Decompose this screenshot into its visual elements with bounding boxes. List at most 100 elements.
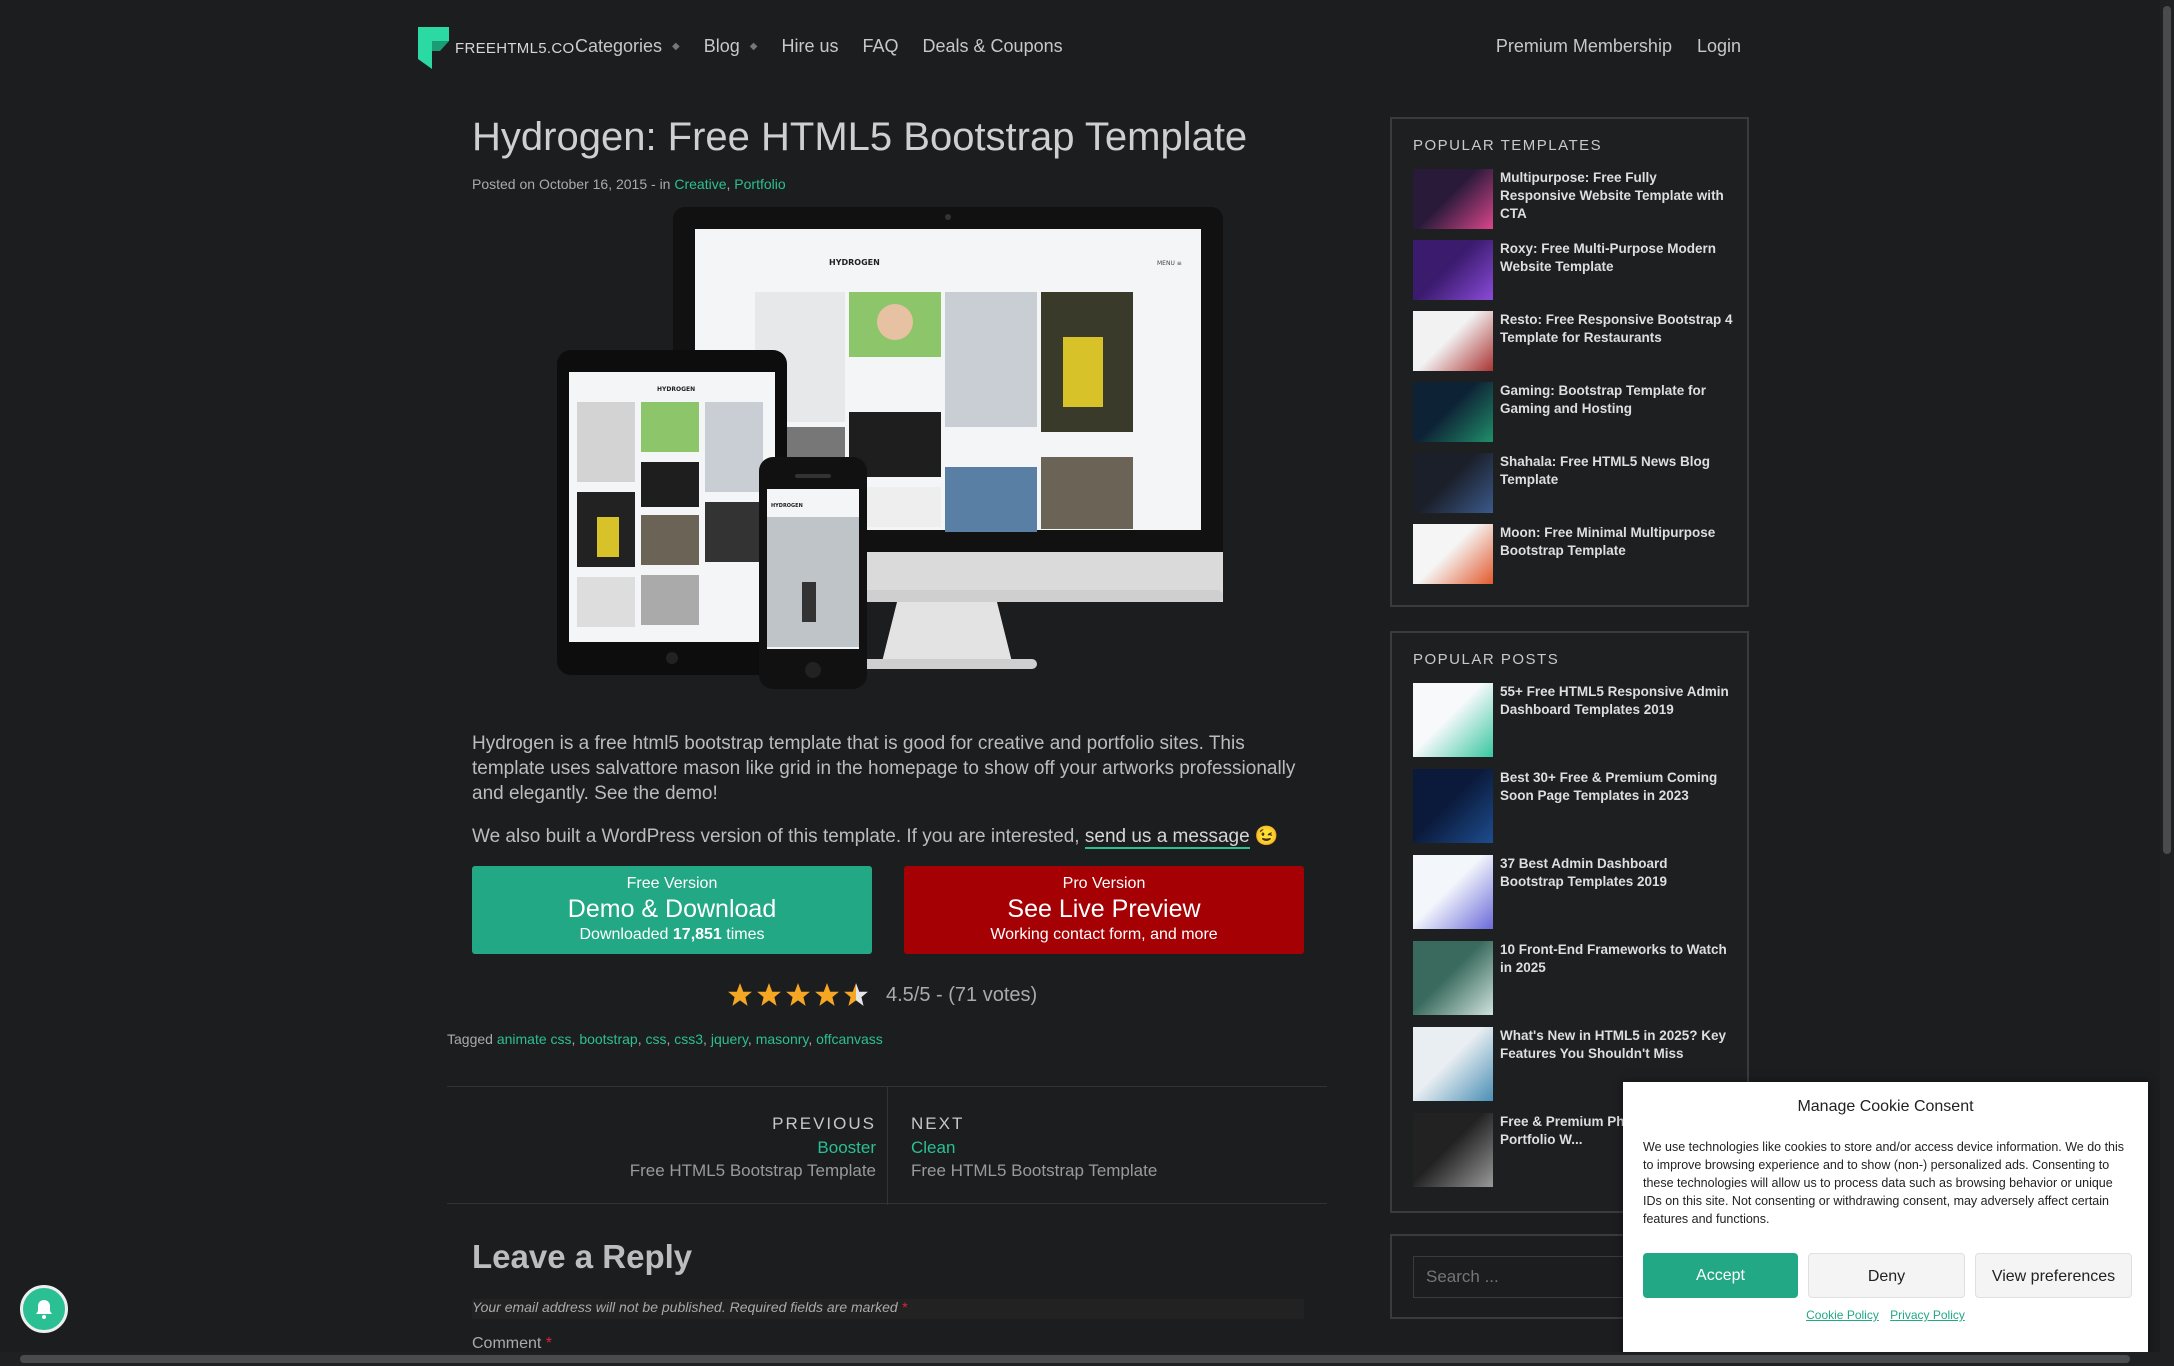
view-preferences-button[interactable]: View preferences	[1975, 1253, 2132, 1298]
thumbnail-image[interactable]	[1413, 524, 1493, 584]
sidebar-list-item[interactable]: Best 30+ Free & Premium Coming Soon Page…	[1413, 769, 1733, 843]
tag-link[interactable]: offcanvass	[816, 1031, 883, 1047]
sidebar-item-title[interactable]: Roxy: Free Multi-Purpose Modern Website …	[1500, 240, 1735, 276]
main-nav: Categories ◆ Blog ◆ Hire us FAQ Deals & …	[575, 36, 1087, 57]
template-preview-image: HYDROGEN MENU ≡ HYDROGEN HYDROGEN	[557, 207, 1223, 689]
phone-mockup: HYDROGEN	[759, 457, 867, 689]
tag-link[interactable]: masonry	[756, 1031, 809, 1047]
sidebar-list-item[interactable]: 55+ Free HTML5 Responsive Admin Dashboar…	[1413, 683, 1733, 757]
nav-label: Hire us	[781, 36, 839, 56]
post-date: Posted on October 16, 2015 - in	[472, 176, 675, 192]
sidebar-list-item[interactable]: 10 Front-End Frameworks to Watch in 2025	[1413, 941, 1733, 1015]
scrollbar-thumb[interactable]	[2163, 6, 2171, 854]
thumbnail-image[interactable]	[1413, 1113, 1493, 1187]
category-link-portfolio[interactable]: Portfolio	[734, 176, 785, 192]
previous-post-link[interactable]: PREVIOUS Booster Free HTML5 Bootstrap Te…	[630, 1114, 876, 1181]
post-description: Hydrogen is a free html5 bootstrap templ…	[472, 733, 1296, 804]
next-post-name: Clean	[911, 1138, 956, 1157]
reply-note: Your email address will not be published…	[472, 1299, 1304, 1319]
tag-link[interactable]: css	[645, 1031, 666, 1047]
logo-text: FREEHTML5.CO	[455, 39, 575, 57]
live-preview-button[interactable]: Pro Version See Live Preview Working con…	[904, 866, 1304, 954]
nav-label: Blog	[703, 36, 740, 56]
category-link-creative[interactable]: Creative	[674, 176, 726, 192]
vertical-scrollbar[interactable]	[2160, 0, 2174, 1366]
star-icon[interactable]	[727, 982, 753, 1008]
next-post-link[interactable]: NEXT Clean Free HTML5 Bootstrap Template	[911, 1114, 1157, 1181]
previous-post-name: Booster	[817, 1138, 876, 1157]
notification-bell-button[interactable]	[20, 1285, 68, 1333]
comment-label: Comment *	[472, 1335, 553, 1352]
sidebar-list-item[interactable]: Gaming: Bootstrap Template for Gaming an…	[1413, 382, 1733, 442]
sidebar-item-title[interactable]: Shahala: Free HTML5 News Blog Template	[1500, 453, 1735, 489]
sidebar-list-item[interactable]: Shahala: Free HTML5 News Blog Template	[1413, 453, 1733, 513]
deny-button[interactable]: Deny	[1808, 1253, 1965, 1298]
nav-item-blog[interactable]: Blog ◆	[704, 36, 758, 57]
thumbnail-image[interactable]	[1413, 382, 1493, 442]
thumbnail-image[interactable]	[1413, 1027, 1493, 1101]
post-tags: Tagged animate css, bootstrap, css, css3…	[447, 1031, 883, 1047]
wink-emoji-icon: 😉	[1254, 826, 1279, 847]
sidebar-item-title[interactable]: 55+ Free HTML5 Responsive Admin Dashboar…	[1500, 683, 1735, 719]
site-header: FREEHTML5.CO Categories ◆ Blog ◆ Hire us…	[0, 0, 2174, 95]
nav-item-hire-us[interactable]: Hire us	[781, 36, 838, 57]
widget-title: POPULAR TEMPLATES	[1413, 137, 1603, 154]
send-message-link[interactable]: send us a message	[1084, 826, 1250, 849]
scrollbar-thumb[interactable]	[20, 1355, 2130, 1363]
wordpress-note: We also built a WordPress version of thi…	[472, 824, 1302, 849]
sidebar-list-item[interactable]: Roxy: Free Multi-Purpose Modern Website …	[1413, 240, 1733, 300]
thumbnail-image[interactable]	[1413, 855, 1493, 929]
sidebar-item-title[interactable]: Multipurpose: Free Fully Responsive Webs…	[1500, 169, 1735, 223]
account-nav: Premium Membership Login	[1471, 36, 1741, 57]
site-logo[interactable]: FREEHTML5.CO	[418, 27, 574, 69]
star-icon[interactable]	[814, 982, 840, 1008]
demo-download-label: Demo & Download	[567, 895, 777, 923]
nav-item-faq[interactable]: FAQ	[863, 36, 899, 57]
thumbnail-image[interactable]	[1413, 683, 1493, 757]
thumbnail-image[interactable]	[1413, 453, 1493, 513]
sidebar-list-item[interactable]: 37 Best Admin Dashboard Bootstrap Templa…	[1413, 855, 1733, 929]
sidebar-item-title[interactable]: Gaming: Bootstrap Template for Gaming an…	[1500, 382, 1735, 418]
sidebar-list-item[interactable]: Resto: Free Responsive Bootstrap 4 Templ…	[1413, 311, 1733, 371]
post-navigation: PREVIOUS Booster Free HTML5 Bootstrap Te…	[447, 1086, 1327, 1205]
thumbnail-image[interactable]	[1413, 769, 1493, 843]
nav-item-categories[interactable]: Categories ◆	[575, 36, 680, 57]
star-icon[interactable]	[785, 982, 811, 1008]
star-icon[interactable]	[843, 982, 869, 1008]
privacy-policy-link[interactable]: Privacy Policy	[1890, 1308, 1965, 1322]
sidebar-item-title[interactable]: 10 Front-End Frameworks to Watch in 2025	[1500, 941, 1735, 977]
sidebar-item-title[interactable]: 37 Best Admin Dashboard Bootstrap Templa…	[1500, 855, 1735, 891]
star-icon[interactable]	[756, 982, 782, 1008]
post-meta: Posted on October 16, 2015 - in Creative…	[472, 176, 786, 192]
sidebar-item-title[interactable]: Resto: Free Responsive Bootstrap 4 Templ…	[1500, 311, 1735, 347]
tag-link[interactable]: bootstrap	[579, 1031, 637, 1047]
tag-list: animate css, bootstrap, css, css3, jquer…	[496, 1031, 883, 1047]
widget-title: POPULAR POSTS	[1413, 651, 1560, 668]
live-preview-label: See Live Preview	[1007, 895, 1201, 923]
tag-link[interactable]: css3	[674, 1031, 703, 1047]
nav-premium-membership[interactable]: Premium Membership	[1496, 36, 1672, 57]
star-rating: 4.5/5 - (71 votes)	[727, 982, 1037, 1008]
rating-text: 4.5/5 - (71 votes)	[886, 983, 1038, 1006]
tag-link[interactable]: jquery	[711, 1031, 748, 1047]
sidebar-list-item[interactable]: Multipurpose: Free Fully Responsive Webs…	[1413, 169, 1733, 229]
post-title: Hydrogen: Free HTML5 Bootstrap Template	[472, 115, 1248, 159]
sidebar-item-title[interactable]: Best 30+ Free & Premium Coming Soon Page…	[1500, 769, 1735, 805]
sidebar-item-title[interactable]: Moon: Free Minimal Multipurpose Bootstra…	[1500, 524, 1735, 560]
thumbnail-image[interactable]	[1413, 169, 1493, 229]
cookie-policy-link[interactable]: Cookie Policy	[1806, 1308, 1879, 1322]
nav-item-deals[interactable]: Deals & Coupons	[923, 36, 1063, 57]
tag-link[interactable]: animate css	[497, 1031, 572, 1047]
next-label: NEXT	[911, 1114, 965, 1133]
horizontal-scrollbar[interactable]	[0, 1352, 2174, 1366]
post-nav-divider	[887, 1087, 888, 1205]
sidebar-list-item[interactable]: Moon: Free Minimal Multipurpose Bootstra…	[1413, 524, 1733, 584]
sidebar-item-title[interactable]: What's New in HTML5 in 2025? Key Feature…	[1500, 1027, 1735, 1063]
demo-download-button[interactable]: Free Version Demo & Download Downloaded …	[472, 866, 872, 954]
nav-login[interactable]: Login	[1697, 36, 1741, 57]
accept-button[interactable]: Accept	[1643, 1253, 1798, 1298]
thumbnail-image[interactable]	[1413, 311, 1493, 371]
thumbnail-image[interactable]	[1413, 240, 1493, 300]
thumbnail-image[interactable]	[1413, 941, 1493, 1015]
svg-text:HYDROGEN: HYDROGEN	[771, 503, 803, 509]
